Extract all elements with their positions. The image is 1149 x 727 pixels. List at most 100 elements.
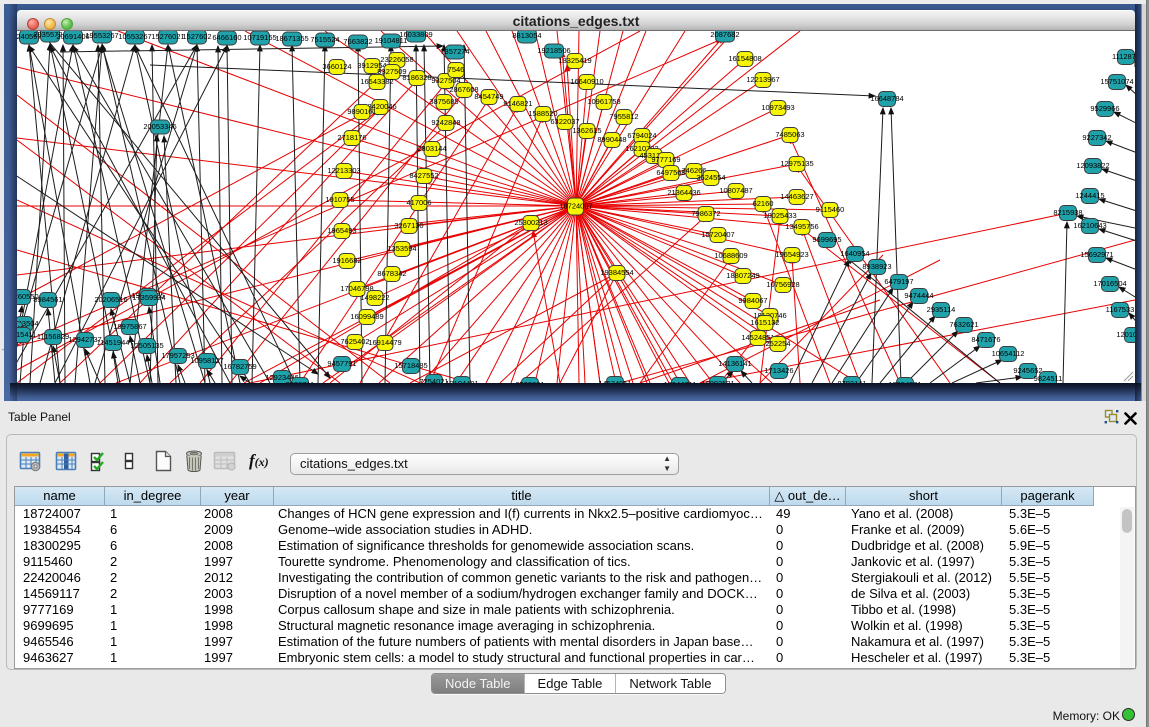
- svg-text:19975867: 19975867: [113, 322, 146, 331]
- svg-text:8678342: 8678342: [377, 269, 406, 278]
- svg-text:12213303: 12213303: [327, 166, 360, 175]
- svg-text:14136141: 14136141: [718, 359, 751, 368]
- svg-text:7632621: 7632621: [949, 320, 978, 329]
- svg-text:10719155: 10719155: [243, 33, 276, 42]
- svg-text:18807249: 18807249: [726, 271, 759, 280]
- svg-text:6466160: 6466160: [212, 33, 241, 42]
- svg-text:9529966: 9529966: [1090, 104, 1119, 113]
- svg-text:3915411: 3915411: [17, 330, 36, 339]
- svg-text:3875685: 3875685: [429, 97, 458, 106]
- svg-text:7357274: 7357274: [440, 47, 469, 56]
- svg-text:2803144: 2803144: [417, 144, 446, 153]
- svg-text:15718485: 15718485: [394, 361, 427, 370]
- svg-text:9115460: 9115460: [816, 205, 845, 214]
- svg-text:19384554: 19384554: [600, 268, 633, 277]
- svg-text:8990448: 8990448: [597, 135, 626, 144]
- svg-text:1713426: 1713426: [764, 366, 793, 375]
- svg-text:1362615: 1362615: [572, 126, 601, 135]
- svg-text:16099489: 16099489: [350, 312, 383, 321]
- svg-text:3624554: 3624554: [696, 173, 725, 182]
- svg-text:9474444: 9474444: [904, 291, 933, 300]
- svg-text:14463627: 14463627: [780, 192, 813, 201]
- svg-text:3660124: 3660124: [322, 62, 351, 71]
- svg-text:20053346: 20053346: [143, 122, 176, 131]
- svg-text:9146821: 9146821: [503, 99, 532, 108]
- svg-text:1010755: 1010755: [325, 195, 354, 204]
- svg-text:12010351: 12010351: [1116, 330, 1135, 339]
- svg-text:1353594: 1353594: [387, 244, 416, 253]
- svg-text:16543382: 16543382: [360, 77, 393, 86]
- svg-text:11451944: 11451944: [97, 338, 130, 347]
- svg-text:10756928: 10756928: [766, 280, 799, 289]
- svg-text:1167533: 1167533: [1106, 305, 1135, 314]
- svg-text:8215938: 8215938: [1053, 208, 1082, 217]
- svg-text:1615132: 1615132: [750, 318, 779, 327]
- svg-text:15720407: 15720407: [701, 230, 734, 239]
- svg-text:17016504: 17016504: [1093, 279, 1126, 288]
- svg-text:7546: 7546: [448, 65, 465, 74]
- svg-text:9890161: 9890161: [347, 107, 376, 116]
- svg-text:16154808: 16154808: [728, 54, 761, 63]
- svg-text:1112874: 1112874: [1112, 52, 1135, 61]
- svg-text:8813054: 8813054: [512, 31, 541, 40]
- svg-text:6322037: 6322037: [550, 117, 579, 126]
- svg-text:10025433: 10025433: [763, 211, 796, 220]
- svg-text:16648784: 16648784: [870, 94, 903, 103]
- svg-text:8427552: 8427552: [409, 171, 438, 180]
- svg-text:10553267: 10553267: [118, 32, 151, 41]
- svg-text:12975135: 12975135: [780, 159, 813, 168]
- svg-text:16033809: 16033809: [399, 31, 432, 39]
- svg-text:10973493: 10973493: [761, 103, 794, 112]
- svg-text:16782759: 16782759: [223, 362, 256, 371]
- svg-text:19218506: 19218506: [537, 46, 570, 55]
- svg-text:9824511: 9824511: [1034, 374, 1063, 383]
- svg-text:7955812: 7955812: [609, 112, 638, 121]
- svg-text:7485063: 7485063: [775, 130, 804, 139]
- svg-text:12093822: 12093822: [1076, 161, 1109, 170]
- svg-text:1965493: 1965493: [327, 226, 356, 235]
- svg-text:18724007: 18724007: [559, 202, 592, 211]
- svg-text:2935114: 2935114: [927, 305, 956, 314]
- svg-text:1527602: 1527602: [182, 32, 211, 41]
- svg-text:8938923: 8938923: [862, 262, 891, 271]
- svg-text:8471676: 8471676: [971, 335, 1000, 344]
- svg-text:1244415: 1244415: [1075, 191, 1104, 200]
- svg-text:1916682: 1916682: [332, 256, 361, 265]
- svg-text:62160: 62160: [753, 199, 774, 208]
- svg-text:7625402: 7625402: [340, 337, 369, 346]
- svg-text:1498222: 1498222: [360, 293, 389, 302]
- svg-text:13495756: 13495756: [785, 222, 818, 231]
- svg-text:9984067: 9984067: [738, 296, 767, 305]
- svg-text:2718176: 2718176: [337, 133, 366, 142]
- svg-text:8186328: 8186328: [402, 73, 431, 82]
- svg-text:12505135: 12505135: [130, 341, 163, 350]
- svg-text:23226058: 23226058: [380, 55, 413, 64]
- svg-text:9242848: 9242848: [431, 118, 460, 127]
- svg-text:10688609: 10688609: [714, 251, 747, 260]
- svg-text:16640910: 16640910: [570, 77, 603, 86]
- svg-text:16914479: 16914479: [368, 338, 401, 347]
- svg-text:19553267: 19553267: [85, 31, 118, 40]
- svg-text:6794024: 6794024: [627, 131, 656, 140]
- svg-text:10958127: 10958127: [190, 356, 223, 365]
- svg-text:7663822: 7663822: [343, 37, 372, 46]
- svg-text:10961758: 10961758: [587, 97, 620, 106]
- svg-text:25300213: 25300213: [514, 218, 547, 227]
- svg-text:21364436: 21364436: [667, 188, 700, 197]
- svg-text:19654923: 19654923: [775, 250, 808, 259]
- svg-text:10807487: 10807487: [719, 186, 752, 195]
- svg-text:8984561: 8984561: [33, 295, 62, 304]
- svg-text:9227342: 9227342: [1082, 133, 1111, 142]
- svg-text:17359924: 17359924: [132, 293, 165, 302]
- svg-text:15751074: 15751074: [1100, 77, 1133, 86]
- svg-text:15276021: 15276021: [151, 32, 184, 41]
- svg-text:3267130: 3267130: [394, 221, 423, 230]
- svg-text:15692971: 15692971: [1080, 250, 1113, 259]
- svg-text:9699695: 9699695: [812, 235, 841, 244]
- svg-text:12213967: 12213967: [746, 75, 779, 84]
- svg-text:10654112: 10654112: [992, 349, 1025, 358]
- svg-text:417006: 417006: [406, 198, 431, 207]
- svg-text:7515524: 7515524: [310, 35, 339, 44]
- svg-text:11156829: 11156829: [37, 332, 69, 341]
- svg-text:8454749: 8454749: [474, 92, 503, 101]
